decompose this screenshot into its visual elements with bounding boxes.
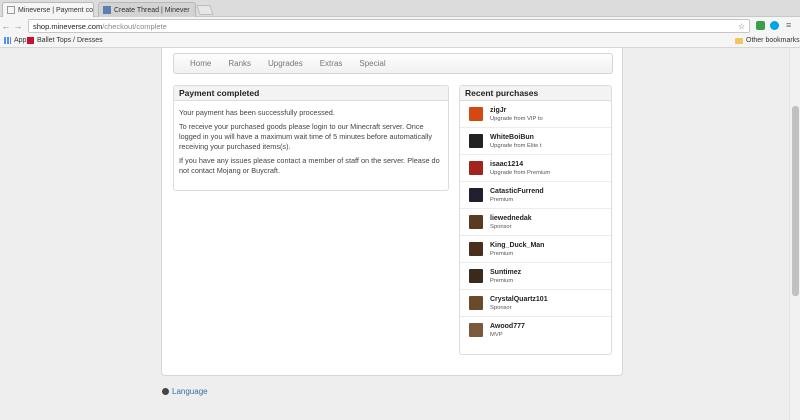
folder-icon — [735, 37, 743, 44]
player-name: CrystalQuartz101 — [490, 296, 548, 303]
player-name: CatasticFurrend — [490, 188, 544, 195]
nav-ranks[interactable]: Ranks — [228, 59, 251, 68]
forward-icon[interactable]: → — [12, 21, 24, 31]
tab-strip: Mineverse | Payment co ✕ Create Thread |… — [0, 0, 800, 17]
player-head-icon — [469, 215, 483, 229]
browser-tab-create-thread[interactable]: Create Thread | Minever ✕ — [98, 2, 196, 17]
player-head-icon — [469, 188, 483, 202]
payment-paragraph: To receive your purchased goods please l… — [179, 122, 433, 151]
other-bookmarks[interactable]: Other bookmarks — [735, 37, 800, 44]
bookmarks-bar: Apps Ballet Tops / Dresses Other bookmar… — [0, 35, 800, 48]
player-name: King_Duck_Man — [490, 242, 545, 249]
player-head-icon — [469, 134, 483, 148]
purchase-description: Sponsor — [490, 224, 512, 230]
skype-icon[interactable] — [770, 21, 779, 30]
purchase-description: MVP — [490, 332, 503, 338]
payment-paragraph: If you have any issues please contact a … — [179, 156, 440, 175]
bookmark-label: Ballet Tops / Dresses — [37, 37, 103, 44]
back-icon[interactable]: ← — [0, 21, 12, 31]
address-url-host: shop.mineverse.com — [33, 21, 103, 31]
address-bar[interactable]: shop.mineverse.com/checkout/complete ☆ — [28, 19, 750, 33]
browser-tab-mineverse-payment[interactable]: Mineverse | Payment co ✕ — [2, 2, 94, 17]
recent-purchases-panel: Recent purchases zigJr Upgrade from VIP t… — [459, 85, 612, 355]
tab-title: Mineverse | Payment co — [18, 6, 93, 14]
purchase-description: Premium — [490, 197, 514, 203]
player-name: Suntimez — [490, 269, 522, 276]
apps-icon — [4, 37, 11, 44]
bookmark-ballet[interactable]: Ballet Tops / Dresses — [27, 37, 103, 44]
purchase-row: Awood777 MVP — [460, 317, 611, 344]
player-name: zigJr — [490, 107, 507, 114]
purchase-description: Upgrade from VIP to — [490, 116, 543, 122]
nav-extras[interactable]: Extras — [320, 59, 343, 68]
purchase-description: Upgrade from Premium — [490, 170, 551, 176]
purchase-description: Sponsor — [490, 305, 512, 311]
page-favicon-icon — [7, 6, 15, 14]
shop-nav: Home Ranks Upgrades Extras Special — [173, 53, 613, 74]
recent-purchases-title: Recent purchases — [460, 86, 611, 101]
purchase-row: liewednedak Sponsor — [460, 209, 611, 236]
purchase-row: CatasticFurrend Premium — [460, 182, 611, 209]
player-head-icon — [469, 107, 483, 121]
shop-container: Home Ranks Upgrades Extras Special Payme… — [161, 48, 623, 376]
purchase-row: Suntimez Premium — [460, 263, 611, 290]
purchase-description: Premium — [490, 251, 514, 257]
payment-panel: Payment completed Your payment has been … — [173, 85, 449, 191]
other-bookmarks-label: Other bookmarks — [746, 37, 800, 44]
globe-icon — [162, 388, 169, 395]
purchase-row: isaac1214 Upgrade from Premium — [460, 155, 611, 182]
player-head-icon — [469, 161, 483, 175]
player-name: isaac1214 — [490, 161, 524, 168]
nav-upgrades[interactable]: Upgrades — [268, 59, 303, 68]
browser-toolbar: ← → shop.mineverse.com/checkout/complete… — [0, 17, 800, 35]
player-head-icon — [469, 323, 483, 337]
purchase-row: CrystalQuartz101 Sponsor — [460, 290, 611, 317]
purchase-description: Upgrade from Elite t — [490, 143, 542, 149]
nav-home[interactable]: Home — [190, 59, 211, 68]
purchase-row: King_Duck_Man Premium — [460, 236, 611, 263]
scrollbar-thumb[interactable] — [792, 106, 799, 296]
payment-body: Your payment has been successfully proce… — [174, 101, 448, 184]
bookmark-star-icon[interactable]: ☆ — [738, 22, 745, 31]
language-link[interactable]: Language — [162, 387, 208, 396]
new-tab-button[interactable] — [196, 5, 214, 15]
purchase-description: Premium — [490, 278, 514, 284]
page-content: Home Ranks Upgrades Extras Special Payme… — [0, 48, 800, 420]
payment-paragraph: Your payment has been successfully proce… — [179, 108, 335, 117]
language-label: Language — [172, 387, 208, 396]
forum-favicon-icon — [103, 6, 111, 14]
player-name: Awood777 — [490, 323, 525, 330]
player-head-icon — [469, 242, 483, 256]
site-favicon-icon — [27, 37, 34, 44]
player-head-icon — [469, 269, 483, 283]
player-name: liewednedak — [490, 215, 532, 222]
payment-title: Payment completed — [174, 86, 448, 101]
close-tab-icon[interactable]: ✕ — [93, 6, 94, 14]
purchase-row: zigJr Upgrade from VIP to — [460, 101, 611, 128]
purchase-row: WhiteBoiBun Upgrade from Elite t — [460, 128, 611, 155]
nav-special[interactable]: Special — [359, 59, 385, 68]
extension-icon[interactable] — [756, 21, 765, 30]
player-head-icon — [469, 296, 483, 310]
menu-icon[interactable]: ≡ — [786, 20, 791, 30]
player-name: WhiteBoiBun — [490, 134, 534, 141]
tab-title: Create Thread | Minever — [114, 6, 190, 14]
address-url-path: /checkout/complete — [102, 21, 167, 31]
page-scrollbar[interactable] — [789, 48, 800, 420]
close-tab-icon[interactable]: ✕ — [190, 6, 195, 14]
purchase-list: zigJr Upgrade from VIP to WhiteBoiBun Upgra… — [460, 101, 611, 344]
